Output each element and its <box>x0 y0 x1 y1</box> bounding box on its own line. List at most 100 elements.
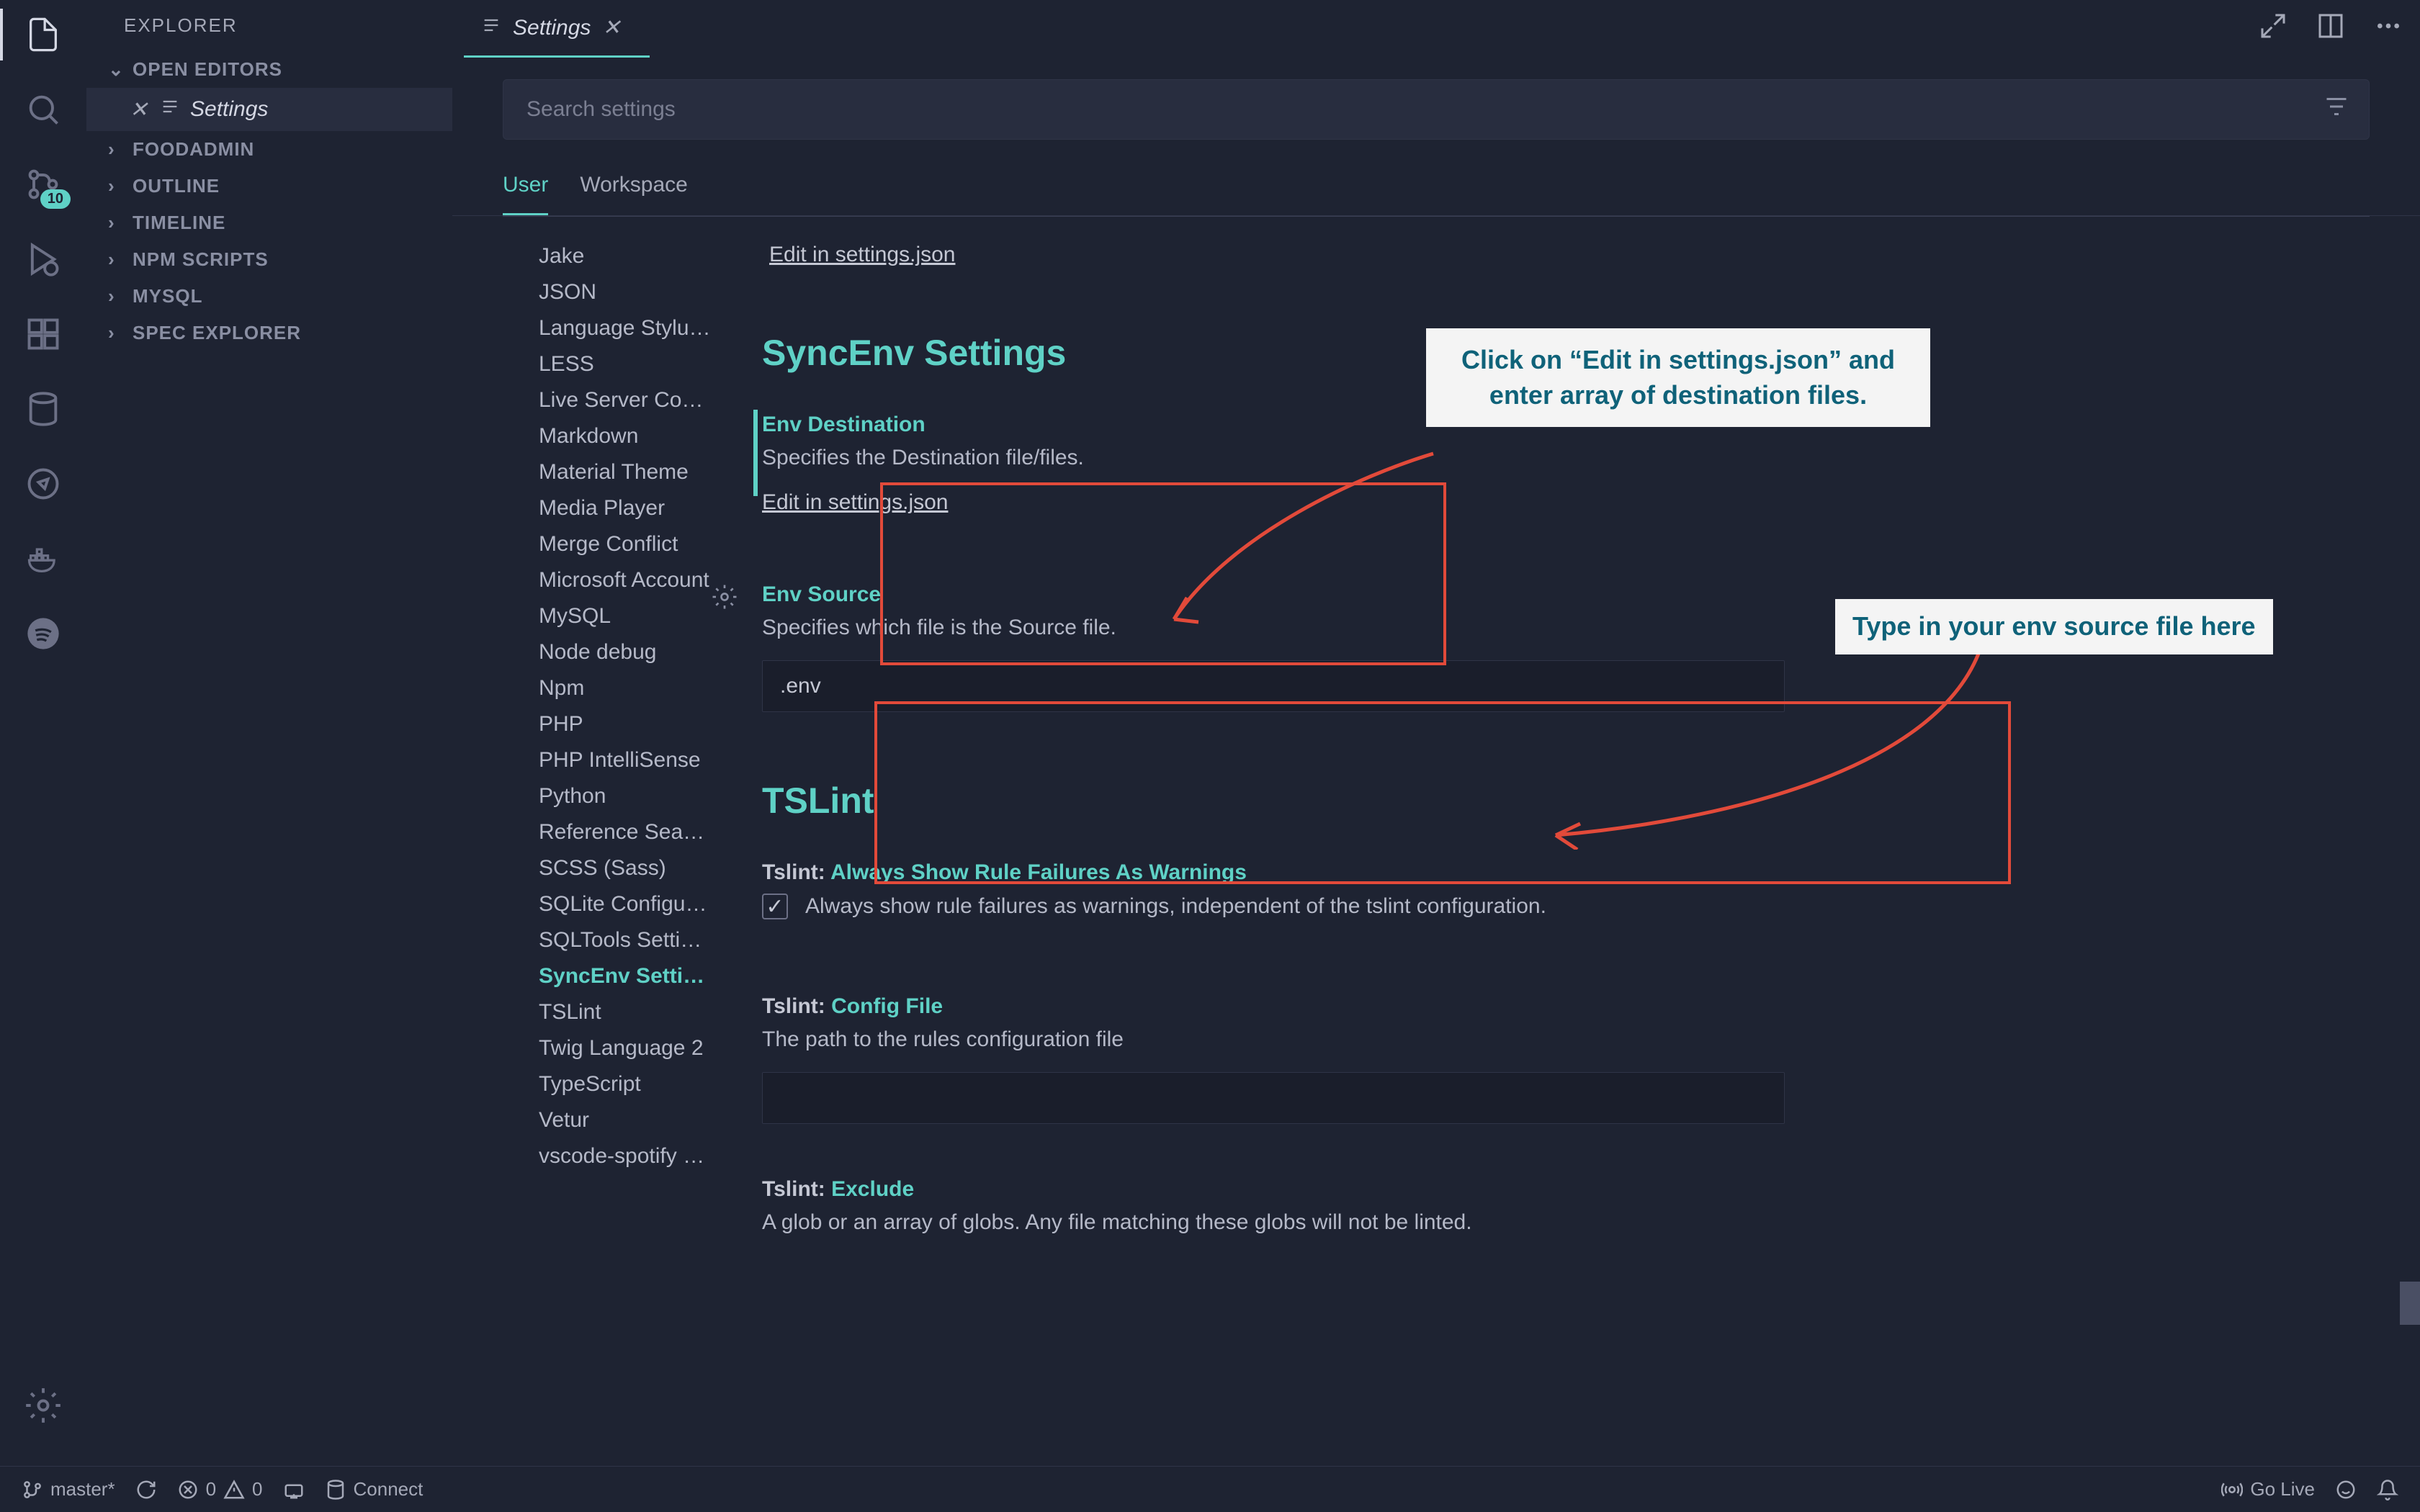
status-feedback-icon[interactable] <box>2335 1479 2357 1500</box>
sidebar-section-spec-explorer[interactable]: ›SPEC EXPLORER <box>86 315 452 351</box>
status-sync[interactable] <box>135 1479 157 1500</box>
toc-item[interactable]: Node debug <box>539 634 712 670</box>
toc-item[interactable]: Vetur <box>539 1102 712 1138</box>
sidebar-section-open-editors[interactable]: ⌄ OPEN EDITORS <box>86 51 452 88</box>
toc-item[interactable]: Media Player <box>539 490 712 526</box>
settings-glyph-icon <box>481 15 501 41</box>
tabbar: Settings ✕ <box>452 0 2420 58</box>
toc-item[interactable]: Language Stylus C... <box>539 310 712 346</box>
chevron-right-icon: › <box>108 322 125 344</box>
source-control-icon[interactable]: 10 <box>23 164 63 204</box>
setting-title: Tslint: Always Show Rule Failures As War… <box>762 860 2362 885</box>
toc-item[interactable]: SQLite Configuration <box>539 886 712 922</box>
database-icon[interactable] <box>23 389 63 429</box>
chevron-down-icon: ⌄ <box>108 58 125 81</box>
docker-icon[interactable] <box>23 539 63 579</box>
status-bell-icon[interactable] <box>2377 1479 2398 1500</box>
toc-item[interactable]: PHP <box>539 706 712 742</box>
setting-desc: Always show rule failures as warnings, i… <box>805 894 1546 919</box>
toc-item[interactable]: Python <box>539 778 712 814</box>
sidebar-section-npm-scripts[interactable]: ›NPM SCRIPTS <box>86 241 452 278</box>
settings-glyph-icon <box>160 96 180 122</box>
sidebar-section-timeline[interactable]: ›TIMELINE <box>86 204 452 241</box>
search-wrap <box>452 58 2420 154</box>
toc-item[interactable]: Markdown <box>539 418 712 454</box>
sidebar-section-mysql[interactable]: ›MYSQL <box>86 278 452 315</box>
extensions-icon[interactable] <box>23 314 63 354</box>
open-editor-label: Settings <box>190 97 268 122</box>
main: Settings ✕ User Workspace JakeJSONLa <box>452 0 2420 1512</box>
chevron-right-icon: › <box>108 175 125 197</box>
setting-tslint-config-file: Tslint: Config File The path to the rule… <box>755 977 2370 1141</box>
toc-item[interactable]: Live Server Config <box>539 382 712 418</box>
toc-item[interactable]: Reference Search ... <box>539 814 712 850</box>
activity-bar: 10 <box>0 0 86 1512</box>
setting-title: Tslint: Exclude <box>762 1177 2362 1202</box>
chevron-right-icon: › <box>108 248 125 271</box>
toc-item[interactable]: Material Theme <box>539 454 712 490</box>
settings-toc[interactable]: JakeJSONLanguage Stylus C...LESSLive Ser… <box>452 217 712 1512</box>
gear-icon[interactable] <box>712 584 738 616</box>
toc-item[interactable]: vscode-spotify co... <box>539 1138 712 1174</box>
scrollbar-thumb[interactable] <box>2400 1282 2420 1325</box>
status-bar: master* 0 0 Connect Go Live <box>0 1466 2420 1512</box>
run-debug-icon[interactable] <box>23 239 63 279</box>
toc-item[interactable]: LESS <box>539 346 712 382</box>
settings-search-input[interactable] <box>503 79 2370 140</box>
scope-tabs: User Workspace <box>452 154 2420 216</box>
annotation-source-callout: Type in your env source file here <box>1835 599 2273 654</box>
toc-item[interactable]: PHP IntelliSense <box>539 742 712 778</box>
tabbar-actions <box>2259 0 2403 58</box>
annotation-dest-callout: Click on “Edit in settings.json” and ent… <box>1426 328 1930 427</box>
setting-tslint-exclude: Tslint: Exclude A glob or an array of gl… <box>755 1160 2370 1272</box>
toc-item[interactable]: MySQL <box>539 598 712 634</box>
setting-tslint-warnings: Tslint: Always Show Rule Failures As War… <box>755 843 2370 937</box>
status-connect[interactable]: Connect <box>325 1478 424 1500</box>
env-source-input[interactable] <box>762 660 1785 712</box>
toc-item[interactable]: Microsoft Account <box>539 562 712 598</box>
compass-icon[interactable] <box>23 464 63 504</box>
split-editor-icon[interactable] <box>2316 12 2345 46</box>
toc-item[interactable]: TSLint <box>539 994 712 1030</box>
sidebar-section-outline[interactable]: ›OUTLINE <box>86 168 452 204</box>
status-branch[interactable]: master* <box>22 1478 115 1500</box>
toc-item[interactable]: Npm <box>539 670 712 706</box>
open-settings-json-icon[interactable] <box>2259 12 2287 46</box>
scm-badge: 10 <box>40 189 71 209</box>
edit-in-settings-json-link[interactable]: Edit in settings.json <box>762 490 948 514</box>
scope-tab-workspace[interactable]: Workspace <box>580 173 688 215</box>
spotify-icon[interactable] <box>23 613 63 654</box>
toc-item[interactable]: JSON <box>539 274 712 310</box>
close-icon[interactable]: ✕ <box>130 97 150 122</box>
edit-in-settings-json-link[interactable]: Edit in settings.json <box>762 243 955 266</box>
toc-item[interactable]: Merge Conflict <box>539 526 712 562</box>
search-icon[interactable] <box>23 89 63 130</box>
sidebar-title: EXPLORER <box>86 0 452 51</box>
more-actions-icon[interactable] <box>2374 12 2403 46</box>
toc-item[interactable]: SCSS (Sass) <box>539 850 712 886</box>
tab-settings[interactable]: Settings ✕ <box>464 0 650 58</box>
status-golive[interactable]: Go Live <box>2221 1478 2315 1500</box>
scope-tab-user[interactable]: User <box>503 173 548 215</box>
checkbox[interactable]: ✓ <box>762 894 788 919</box>
explorer-icon[interactable] <box>23 14 63 55</box>
toc-item[interactable]: SQLTools Settings <box>539 922 712 958</box>
status-ports[interactable] <box>283 1479 305 1500</box>
filter-icon[interactable] <box>2323 94 2349 125</box>
setting-title: Tslint: Config File <box>762 994 2362 1019</box>
toc-item[interactable]: SyncEnv Settings <box>539 958 712 994</box>
manage-gear-icon[interactable] <box>23 1385 63 1426</box>
tslint-config-file-input[interactable] <box>762 1072 1785 1124</box>
toc-item[interactable]: TypeScript <box>539 1066 712 1102</box>
section-heading-tslint: TSLint <box>762 780 2370 822</box>
open-editor-item[interactable]: ✕ Settings <box>86 88 452 131</box>
chevron-right-icon: › <box>108 285 125 307</box>
setting-desc: A glob or an array of globs. Any file ma… <box>762 1210 2362 1235</box>
toc-item[interactable]: Jake <box>539 238 712 274</box>
close-icon[interactable]: ✕ <box>602 15 620 40</box>
toc-item[interactable]: Twig Language 2 <box>539 1030 712 1066</box>
chevron-right-icon: › <box>108 212 125 234</box>
setting-desc: The path to the rules configuration file <box>762 1027 2362 1052</box>
sidebar-section-foodadmin[interactable]: ›FOODADMIN <box>86 131 452 168</box>
status-problems[interactable]: 0 0 <box>177 1478 263 1500</box>
